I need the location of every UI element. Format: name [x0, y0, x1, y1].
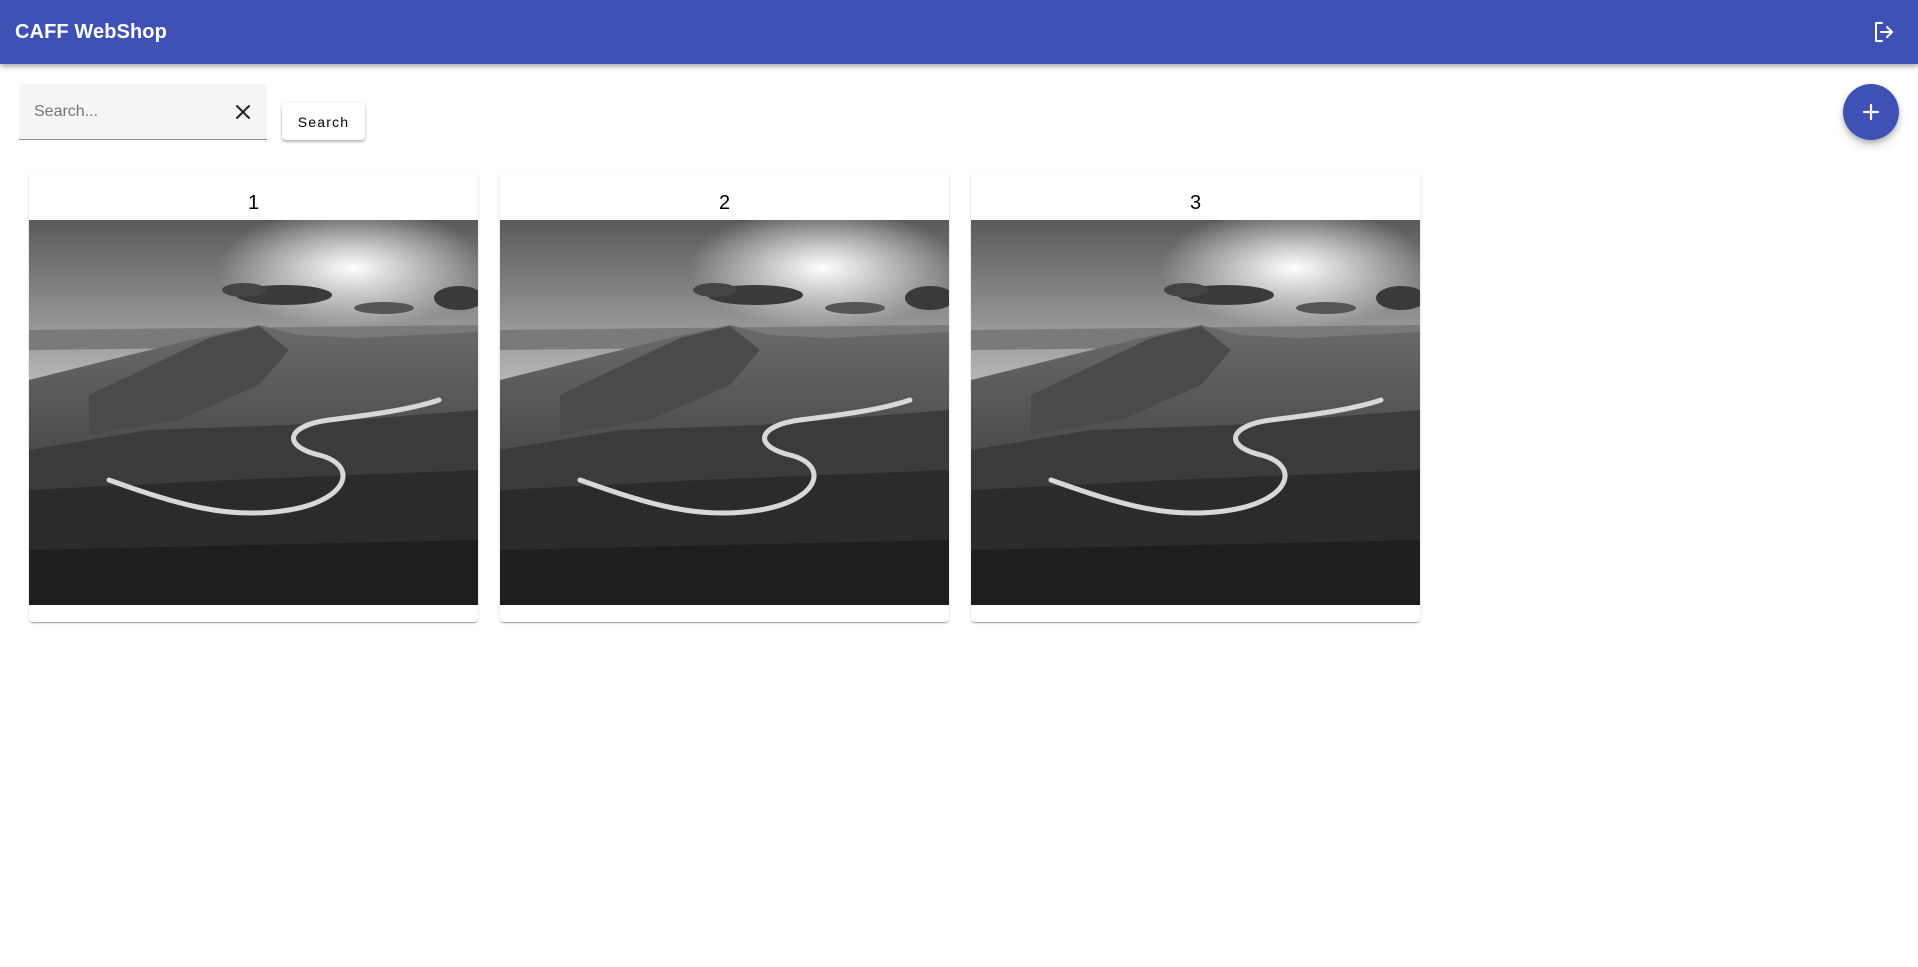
logout-icon — [1875, 22, 1893, 42]
app-title: CAFF WebShop — [15, 20, 167, 43]
product-card[interactable]: 3 — [971, 172, 1420, 622]
search-input[interactable] — [19, 84, 229, 139]
card-title: 3 — [1189, 192, 1202, 214]
logout-button[interactable] — [1872, 20, 1896, 44]
search-button[interactable]: Search — [282, 103, 365, 140]
plus-icon — [1862, 103, 1880, 121]
app-toolbar: CAFF WebShop — [0, 0, 1918, 64]
product-card[interactable]: 1 — [29, 172, 478, 622]
card-title: 1 — [247, 192, 260, 214]
product-image — [29, 220, 478, 605]
product-grid: 1 2 3 — [29, 172, 1420, 622]
close-icon — [236, 105, 250, 119]
product-image — [500, 220, 949, 605]
search-field — [19, 84, 267, 140]
clear-search-button[interactable] — [231, 100, 255, 124]
card-title: 2 — [718, 192, 731, 214]
add-item-button[interactable] — [1843, 84, 1899, 140]
product-image — [971, 220, 1420, 605]
product-card[interactable]: 2 — [500, 172, 949, 622]
